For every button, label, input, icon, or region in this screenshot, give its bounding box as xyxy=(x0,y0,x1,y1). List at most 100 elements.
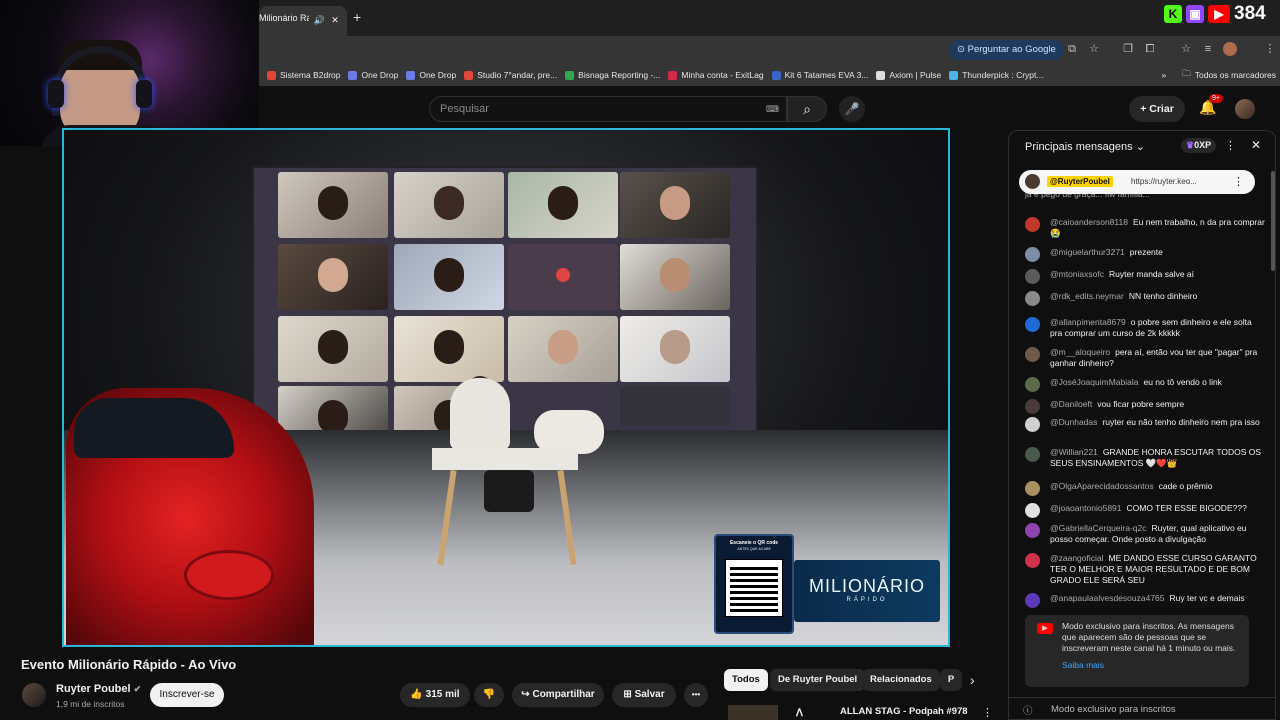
chat-author[interactable]: @mtoniaxsofc xyxy=(1050,269,1104,279)
chat-avatar[interactable] xyxy=(1025,247,1040,262)
bookmark-item[interactable]: Kit 6 Tatames EVA 3... xyxy=(771,70,868,80)
search-input[interactable]: Pesquisar xyxy=(429,96,787,122)
keyboard-icon[interactable]: ⌨ xyxy=(766,104,779,115)
chat-author[interactable]: @GabriellaCerqueira-q2c xyxy=(1050,523,1147,533)
chat-menu-icon[interactable]: ⋮ xyxy=(1225,139,1236,152)
pinned-message[interactable]: @RuyterPoubel https://ruyter.keo... ⋮ xyxy=(1019,170,1255,194)
chevron-right-icon[interactable]: › xyxy=(970,672,975,688)
chat-author[interactable]: @allanpimenta8679 xyxy=(1050,317,1126,327)
more-bookmarks-button[interactable]: » xyxy=(1161,70,1166,80)
menu-icon[interactable]: ⋮ xyxy=(1263,42,1277,56)
chip-all[interactable]: Todos xyxy=(724,669,768,691)
chat-text: COMO TER ESSE BIGODE??? xyxy=(1126,503,1247,513)
search-button[interactable]: ⌕ xyxy=(787,96,827,122)
cast-icon[interactable]: ⧉ xyxy=(1065,42,1079,56)
next-video-title[interactable]: ALLAN STAG - Podpah #978 xyxy=(840,706,968,717)
chat-avatar[interactable] xyxy=(1025,503,1040,518)
chat-author[interactable]: @zaangoficial xyxy=(1050,553,1104,563)
chat-author[interactable]: @OlgaAparecidadossantos xyxy=(1050,481,1154,491)
chat-avatar[interactable] xyxy=(1025,399,1040,414)
chat-scrollbar[interactable] xyxy=(1271,171,1275,271)
chat-author[interactable]: @Daniloeft xyxy=(1050,399,1092,409)
video-menu-icon[interactable]: ⋮ xyxy=(982,706,993,719)
chat-avatar[interactable] xyxy=(1025,553,1040,568)
chat-avatar[interactable] xyxy=(1025,523,1040,538)
chip-related[interactable]: Relacionados xyxy=(862,669,940,691)
chat-message: @anapaulaalvesdesouza4765 Ruy ter vc e de… xyxy=(1025,593,1265,608)
chat-author[interactable]: @anapaulaalvesdesouza4765 xyxy=(1050,593,1165,603)
dislike-button[interactable]: 👎 xyxy=(474,683,504,707)
save-icon: ⊞ xyxy=(623,689,635,700)
bookmark-icon xyxy=(876,70,886,80)
chat-avatar[interactable] xyxy=(1025,417,1040,432)
bookmark-icon xyxy=(348,70,358,80)
like-button[interactable]: 👍 315 mil xyxy=(400,683,470,707)
bookmark-item[interactable]: One Drop xyxy=(406,70,456,80)
xp-badge[interactable]: ♛0XP xyxy=(1181,138,1217,153)
bookmark-item[interactable]: Studio 7°andar, pre... xyxy=(464,70,557,80)
chat-author[interactable]: @joaoantonio5891 xyxy=(1050,503,1122,513)
chat-avatar[interactable] xyxy=(1025,269,1040,284)
bookmark-item[interactable]: Bisnaga Reporting -... xyxy=(565,70,660,80)
close-tab-icon[interactable]: ✕ xyxy=(331,15,339,25)
chat-mode-dropdown[interactable]: Principais mensagens ⌄ xyxy=(1025,140,1145,153)
channel-avatar[interactable] xyxy=(22,683,46,707)
more-actions-button[interactable]: ••• xyxy=(684,683,708,707)
profile-icon[interactable] xyxy=(1223,42,1237,56)
chat-avatar[interactable] xyxy=(1025,217,1040,232)
account-avatar[interactable] xyxy=(1235,99,1255,119)
bookmarks-icon[interactable]: ☆ xyxy=(1179,42,1193,56)
ask-google-button[interactable]: ⊙ Perguntar ao Google xyxy=(949,40,1064,60)
bookmark-star-icon[interactable]: ☆ xyxy=(1087,42,1101,56)
all-bookmarks-button[interactable]: 🗀 Todos os marcadores xyxy=(1182,68,1276,82)
channel-name[interactable]: Ruyter Poubel ✔ xyxy=(56,683,141,695)
chat-avatar[interactable] xyxy=(1025,481,1040,496)
desk xyxy=(432,448,578,470)
copy-icon[interactable]: ❐ xyxy=(1121,42,1135,56)
browser-tab-active[interactable]: Milionário Rá 🔊 ✕ xyxy=(259,6,347,36)
chat-author[interactable]: @rdk_edits.neymar xyxy=(1050,291,1124,301)
bookmark-item[interactable]: Minha conta - ExitLag xyxy=(668,70,764,80)
chat-message: @mtoniaxsofc Ruyter manda salve aí xyxy=(1025,269,1265,284)
google-lens-icon: ⊙ xyxy=(957,44,968,55)
subscribe-button[interactable]: Inscrever-se xyxy=(150,683,224,707)
verified-icon: ✔ xyxy=(133,684,142,694)
chip-channel[interactable]: De Ruyter Poubel xyxy=(770,669,866,691)
bookmark-item[interactable]: Axiom | Pulse xyxy=(876,70,941,80)
like-icon: 👍 xyxy=(410,689,426,700)
pinned-menu-icon[interactable]: ⋮ xyxy=(1233,175,1244,188)
chat-avatar[interactable] xyxy=(1025,593,1040,608)
chat-avatar[interactable] xyxy=(1025,291,1040,306)
new-tab-button[interactable]: + xyxy=(353,9,361,25)
mic-icon: 🎤 xyxy=(844,102,860,116)
share-button[interactable]: ↪ Compartilhar xyxy=(512,683,604,707)
close-chat-icon[interactable]: ✕ xyxy=(1251,138,1261,152)
bookmark-item[interactable]: One Drop xyxy=(348,70,398,80)
chat-author[interactable]: @JoséJoaquimMabiala xyxy=(1050,377,1138,387)
bookmark-item[interactable]: Sistema B2drop xyxy=(267,70,340,80)
save-button[interactable]: ⊞ Salvar xyxy=(612,683,676,707)
extensions-icon[interactable]: ⧠ xyxy=(1143,42,1157,56)
chat-author[interactable]: @miguelarthur3271 xyxy=(1050,247,1125,257)
bookmark-item[interactable]: Thunderpick : Crypt... xyxy=(949,70,1043,80)
bookmark-icon xyxy=(771,70,781,80)
chat-author[interactable]: @Willian221 xyxy=(1050,447,1098,457)
chat-avatar[interactable] xyxy=(1025,317,1040,332)
next-video-thumbnail[interactable] xyxy=(728,705,778,720)
learn-more-link[interactable]: Saiba mais xyxy=(1062,660,1241,671)
chat-avatar[interactable] xyxy=(1025,447,1040,462)
audio-icon[interactable]: 🔊 xyxy=(314,15,325,25)
media-icon[interactable]: ≡ xyxy=(1201,42,1215,56)
chat-author[interactable]: @caioanderson8118 xyxy=(1050,217,1128,227)
voice-search-button[interactable]: 🎤 xyxy=(839,96,865,122)
chat-avatar[interactable] xyxy=(1025,377,1040,392)
chat-avatar[interactable] xyxy=(1025,347,1040,362)
bookmark-icon xyxy=(949,70,959,80)
chat-author[interactable]: @Dunhadas xyxy=(1050,417,1097,427)
video-player[interactable]: Escaneie o QR code ANTES QUE ACABE MILIO… xyxy=(62,128,950,647)
create-button[interactable]: + Criar xyxy=(1129,96,1185,122)
chat-author[interactable]: @m__aloqueiro xyxy=(1050,347,1110,357)
chip-partial[interactable]: P xyxy=(940,669,962,691)
kick-icon: K xyxy=(1164,5,1182,23)
pinned-link[interactable]: https://ruyter.keo... xyxy=(1131,177,1197,186)
